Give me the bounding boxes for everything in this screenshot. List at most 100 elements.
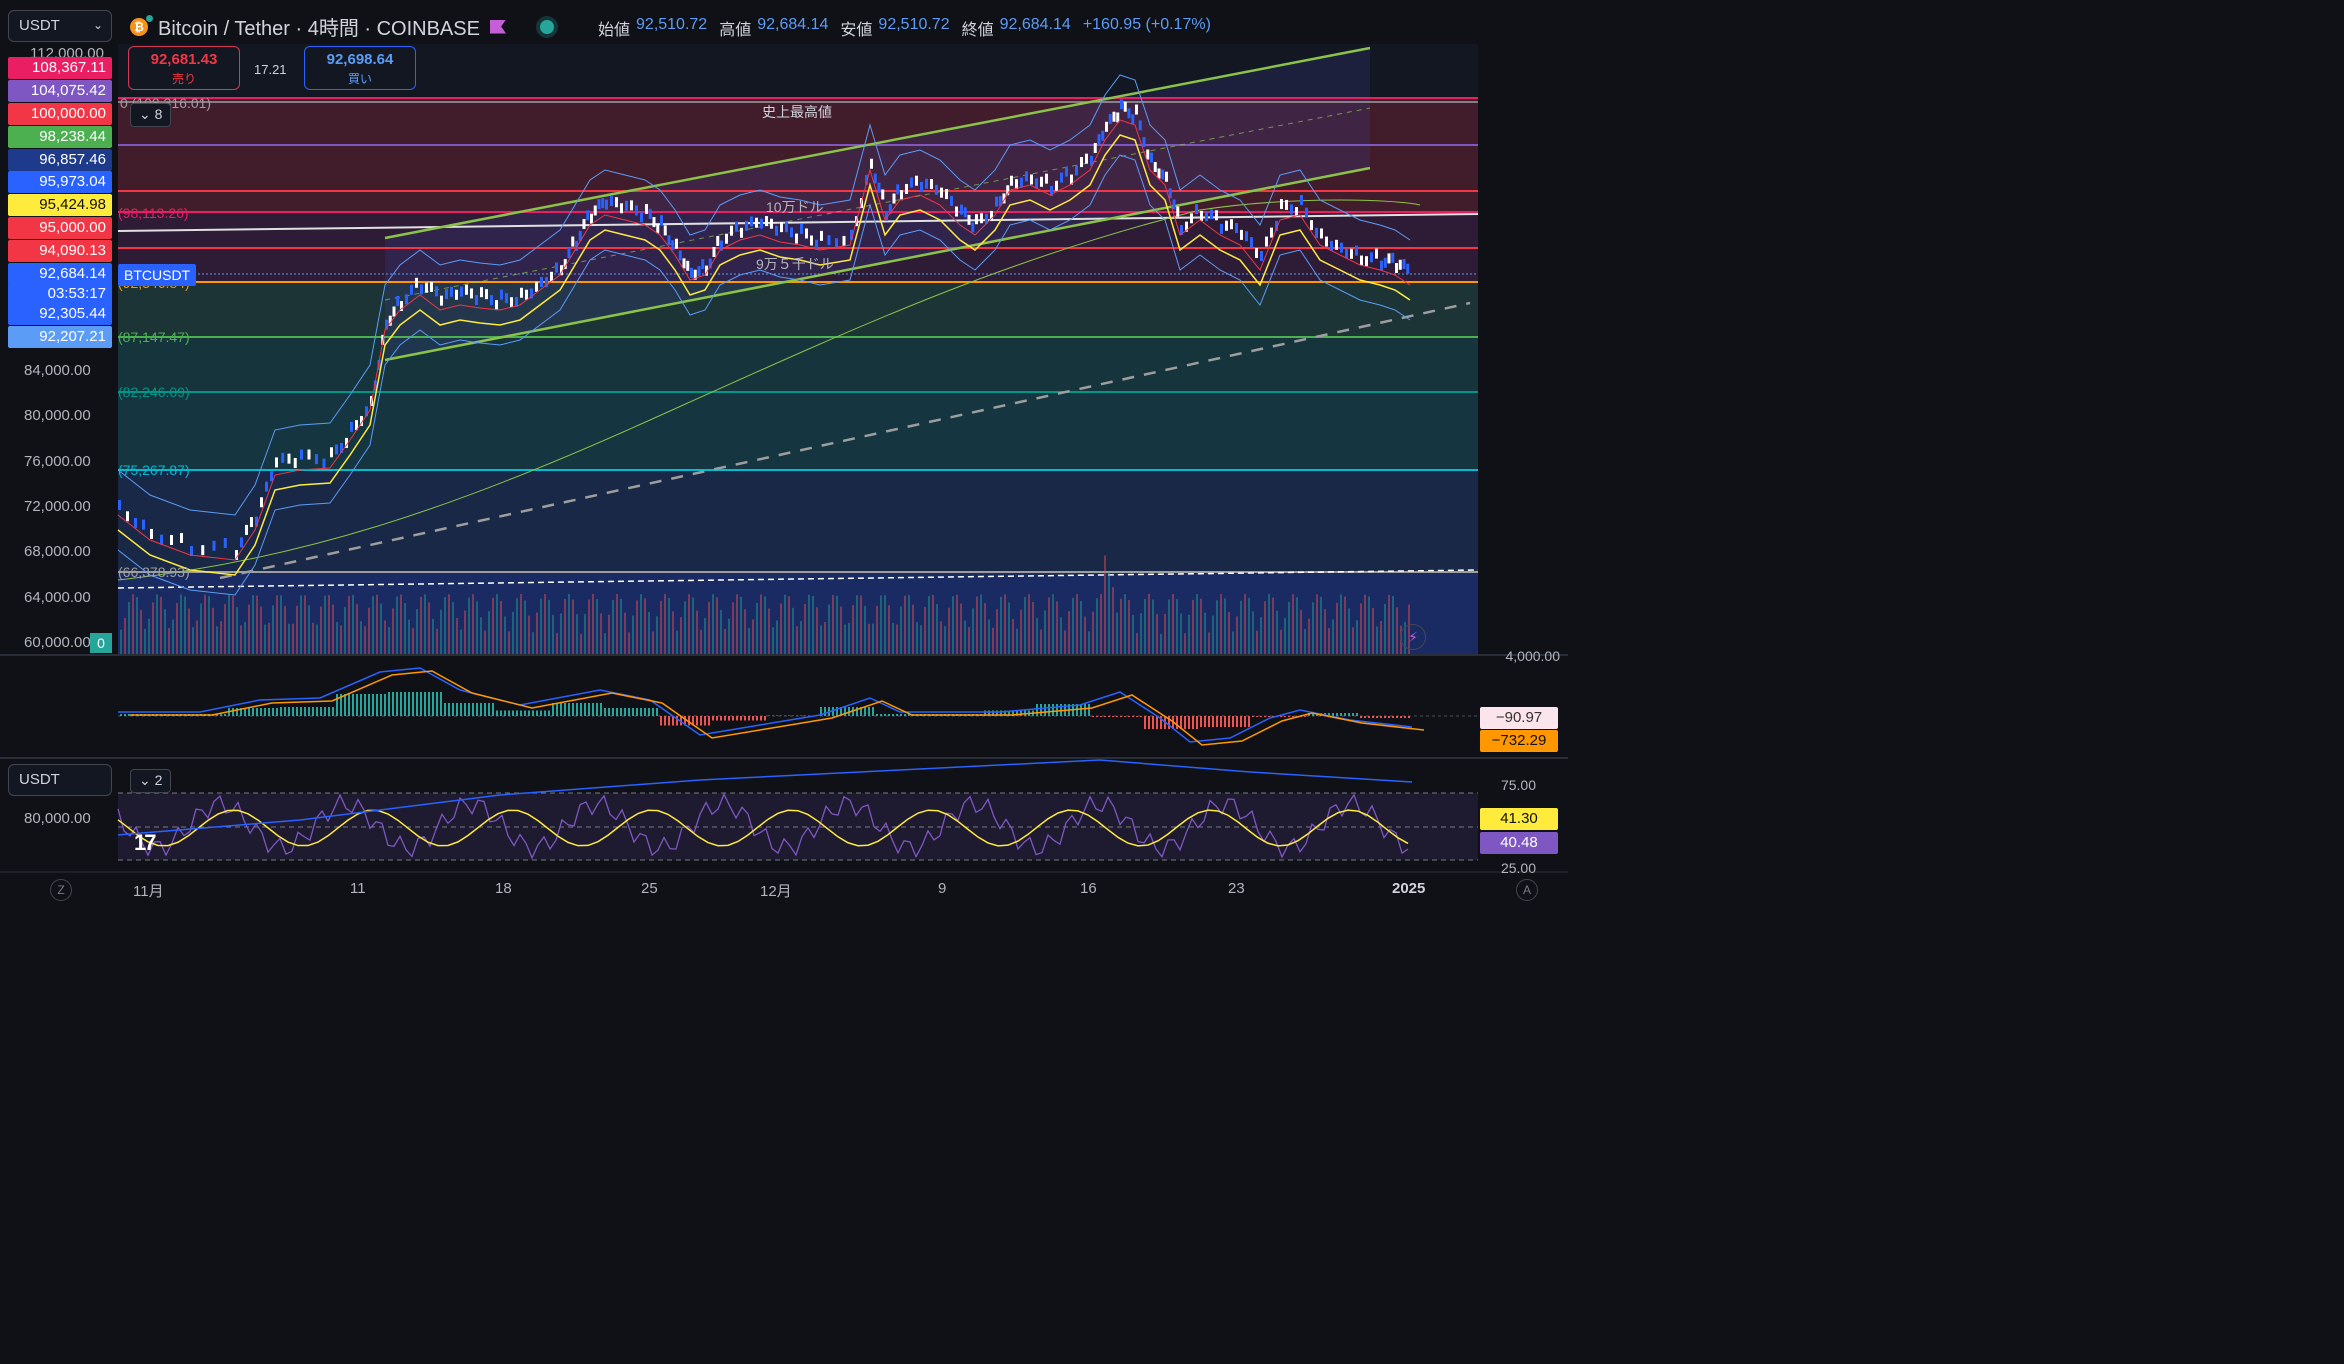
macd-histogram-bar: [1360, 716, 1362, 718]
volume-bar: [1324, 609, 1326, 654]
volume-bar: [636, 600, 638, 654]
volume-bar: [696, 610, 698, 654]
volume-bar: [312, 622, 314, 654]
zoom-button[interactable]: Z: [50, 879, 72, 901]
candle: [1105, 121, 1108, 132]
volume-bar: [840, 606, 842, 654]
candle: [1335, 239, 1338, 250]
volume-bar: [716, 597, 718, 654]
volume-bar: [172, 619, 174, 654]
macd-histogram-bar: [608, 708, 610, 716]
candle: [615, 197, 618, 208]
volume-bar: [284, 605, 286, 654]
flag-icon[interactable]: [489, 19, 506, 34]
candle: [896, 184, 900, 195]
macd-histogram-bar: [1152, 716, 1154, 729]
volume-bar: [808, 594, 810, 654]
candle: [1035, 178, 1038, 189]
candle: [745, 220, 748, 231]
macd-histogram-bar: [220, 714, 222, 716]
sell-button[interactable]: 92,681.43 売り: [128, 46, 240, 90]
volume-bar: [1232, 631, 1234, 654]
candle: [330, 447, 333, 458]
candle: [567, 248, 571, 259]
macd-histogram-bar: [392, 692, 394, 716]
currency-select-value: USDT: [19, 17, 60, 34]
volume-bar: [164, 609, 166, 654]
candle: [1245, 231, 1248, 242]
volume-bar: [972, 608, 974, 654]
volume-bar: [1044, 610, 1046, 654]
volume-bar: [132, 594, 134, 654]
macd-histogram-bar: [464, 703, 466, 716]
macd-histogram-bar: [752, 716, 754, 721]
indicator-collapse-button[interactable]: ⌄ 8: [130, 103, 172, 127]
candle: [1146, 149, 1150, 160]
macd-histogram-bar: [316, 707, 318, 716]
volume-bar: [676, 630, 678, 654]
auto-scale-button[interactable]: A: [1516, 879, 1538, 901]
macd-histogram-bar: [664, 716, 666, 726]
macd-histogram-bar: [1148, 716, 1150, 729]
chart-canvas[interactable]: [0, 0, 1568, 912]
macd-histogram-bar: [512, 710, 514, 716]
macd-histogram-bar: [376, 694, 378, 716]
volume-bar: [232, 595, 234, 654]
volume-bar: [1124, 594, 1126, 654]
macd-histogram-bar: [1268, 716, 1270, 717]
candle: [1165, 171, 1168, 182]
candle: [877, 182, 881, 193]
macd-histogram-bar: [824, 707, 826, 716]
axis-tick: 84,000.00: [24, 362, 91, 379]
rsi-collapse-button[interactable]: ⌄ 2: [130, 769, 172, 793]
macd-histogram-bar: [1100, 716, 1102, 717]
volume-bar: [656, 616, 658, 654]
volume-bar: [1036, 618, 1038, 654]
lightning-icon[interactable]: ⚡: [1400, 624, 1426, 650]
macd-histogram-bar: [1176, 716, 1178, 729]
macd-histogram-bar: [1244, 716, 1246, 727]
volume-bar: [760, 594, 762, 654]
currency-select[interactable]: USDT ⌄: [8, 10, 112, 42]
candle: [590, 213, 593, 224]
buy-button[interactable]: 92,698.64 買い: [304, 46, 416, 90]
candle: [1055, 180, 1058, 191]
candle: [593, 205, 597, 216]
candle: [475, 294, 478, 305]
rsi-currency-select[interactable]: USDT: [8, 764, 112, 796]
candle: [1168, 188, 1172, 199]
macd-histogram-bar: [1404, 716, 1406, 718]
candle: [126, 511, 129, 522]
price-level-tag: 104,075.42: [8, 80, 112, 102]
macd-histogram-bar: [496, 710, 498, 716]
candle: [1375, 248, 1378, 259]
volume-bar: [980, 594, 982, 654]
macd-histogram-bar: [232, 708, 234, 716]
macd-histogram-bar: [896, 714, 898, 716]
macd-histogram-bar: [420, 692, 422, 716]
volume-bar: [292, 623, 294, 654]
candle: [910, 177, 913, 188]
volume-bar: [412, 627, 414, 654]
macd-histogram-bar: [1280, 716, 1282, 717]
macd-histogram-bar: [1372, 716, 1374, 718]
macd-histogram-bar: [1204, 716, 1206, 727]
candle: [420, 284, 423, 295]
candle: [1350, 248, 1353, 259]
candle: [1406, 263, 1410, 274]
price-level-tag: 92,684.14: [8, 263, 112, 285]
volume-bar: [820, 625, 822, 654]
volume-bar: [648, 611, 650, 654]
volume-bar: [1116, 612, 1118, 654]
volume-bar: [916, 622, 918, 654]
volume-bar: [1048, 597, 1050, 654]
macd-histogram-bar: [272, 708, 274, 716]
macd-histogram-bar: [280, 707, 282, 716]
volume-bar: [1072, 597, 1074, 654]
candle: [610, 196, 613, 207]
volume-bar: [728, 618, 730, 654]
volume-bar: [1360, 603, 1362, 654]
volume-bar: [532, 632, 534, 654]
candle: [1080, 157, 1083, 168]
candle: [275, 457, 278, 468]
